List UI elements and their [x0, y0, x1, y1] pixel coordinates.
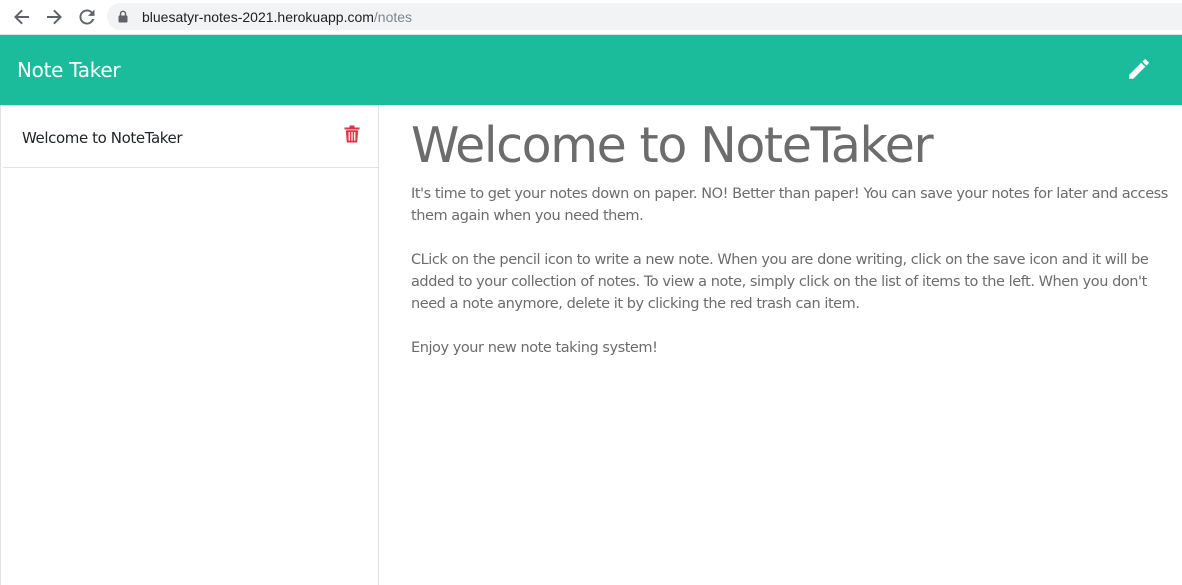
back-arrow-icon[interactable]	[9, 4, 35, 30]
note-text[interactable]: It's time to get your notes down on pape…	[411, 183, 1171, 381]
note-paragraph: CLick on the pencil icon to write a new …	[411, 252, 1149, 312]
lock-icon[interactable]	[118, 10, 130, 24]
address-bar[interactable]: bluesatyr-notes-2021.herokuapp.com/notes	[107, 3, 1182, 30]
new-note-button[interactable]	[1125, 55, 1153, 83]
note-list-item[interactable]: Welcome to NoteTaker	[3, 105, 379, 168]
note-list: Welcome to NoteTaker	[0, 105, 379, 585]
url-path: /notes	[373, 8, 413, 25]
trash-icon	[344, 125, 360, 143]
note-title[interactable]: Welcome to NoteTaker	[411, 117, 934, 174]
reload-icon[interactable]	[74, 4, 100, 30]
url-host: bluesatyr-notes-2021.herokuapp.com	[142, 8, 374, 25]
note-paragraph: Enjoy your new note taking system!	[411, 340, 658, 356]
browser-toolbar: bluesatyr-notes-2021.herokuapp.com/notes	[0, 0, 1182, 35]
note-paragraph: It's time to get your notes down on pape…	[411, 186, 1168, 224]
forward-arrow-icon[interactable]	[41, 4, 67, 30]
note-list-item-title[interactable]: Welcome to NoteTaker	[22, 129, 183, 147]
app-title[interactable]: Note Taker	[17, 58, 121, 82]
delete-note-button[interactable]	[344, 125, 360, 143]
pencil-icon	[1129, 59, 1149, 79]
app-header: Note Taker	[0, 35, 1182, 105]
